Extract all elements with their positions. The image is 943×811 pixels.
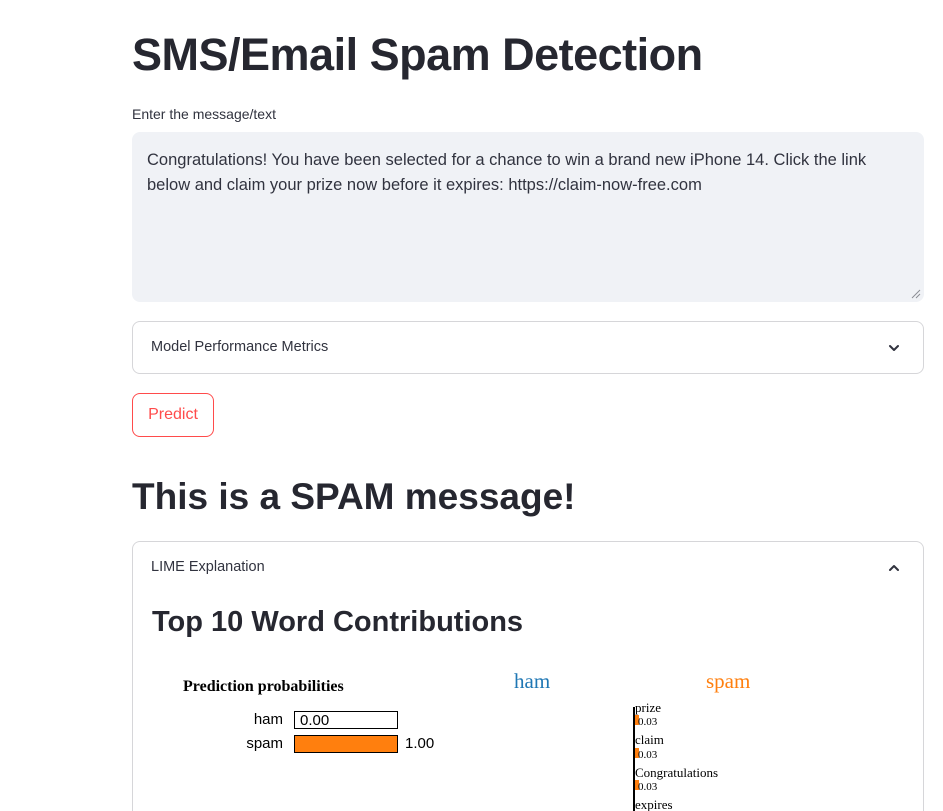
chevron-up-icon (889, 565, 899, 571)
positive-class-label: spam (706, 669, 751, 693)
word-label: prize (635, 700, 661, 715)
prediction-probabilities-title: Prediction probabilities (183, 678, 344, 695)
prob-bar-fill-spam (295, 736, 397, 752)
lime-expander[interactable]: LIME Explanation Top 10 Word Contributio… (132, 541, 924, 811)
prob-row-ham: ham 0.00 (133, 711, 453, 731)
lime-subheading: Top 10 Word Contributions (152, 606, 524, 638)
word-weight-value: 0.03 (638, 781, 658, 793)
message-input-label: Enter the message/text (132, 106, 276, 122)
word-weight-value: 0.03 (638, 716, 658, 728)
prob-label-spam: spam (246, 735, 283, 752)
predict-button[interactable]: Predict (132, 393, 214, 437)
word-label: expires (635, 797, 673, 811)
chevron-down-icon (889, 345, 899, 351)
app-page: SMS/Email Spam Detection Enter the messa… (0, 0, 943, 811)
resize-grip-icon[interactable] (911, 289, 921, 299)
lime-expander-label: LIME Explanation (151, 559, 265, 575)
metrics-expander[interactable]: Model Performance Metrics (132, 321, 924, 374)
word-label: Congratulations (635, 765, 719, 780)
message-text: Congratulations! You have been selected … (147, 151, 867, 194)
metrics-expander-label: Model Performance Metrics (151, 339, 329, 355)
prob-label-ham: ham (253, 711, 283, 728)
page-title: SMS/Email Spam Detection (132, 29, 703, 80)
prob-bar-spam (294, 735, 398, 753)
word-label: claim (635, 732, 664, 747)
prob-value-ham: 0.00 (300, 712, 330, 729)
word-weight-value: 0.03 (638, 749, 658, 761)
prob-bar-ham: 0.00 (294, 711, 398, 729)
negative-class-label: ham (514, 669, 551, 693)
prob-value-spam: 1.00 (405, 735, 435, 752)
prediction-result-heading: This is a SPAM message! (132, 476, 576, 517)
prob-row-spam: spam 1.00 (133, 735, 453, 755)
message-textarea[interactable]: Congratulations! You have been selected … (132, 132, 924, 302)
